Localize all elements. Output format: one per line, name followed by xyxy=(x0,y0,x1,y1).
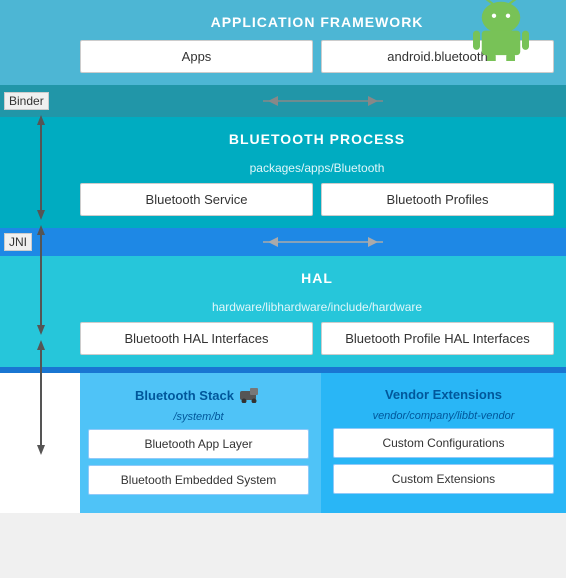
jni-divider: JNI xyxy=(0,228,566,256)
vendor-extensions-sublabel: vendor/company/libbt-vendor xyxy=(333,408,554,428)
connector-arrows xyxy=(0,60,82,540)
custom-extensions-box: Custom Extensions xyxy=(333,464,554,494)
bluetooth-process-section: BLUETOOTH PROCESS packages/apps/Bluetoot… xyxy=(0,117,566,228)
custom-configurations-box: Custom Configurations xyxy=(333,428,554,458)
vendor-extensions-title: Vendor Extensions xyxy=(333,381,554,408)
bluetooth-process-sublabel: packages/apps/Bluetooth xyxy=(80,157,554,183)
bluetooth-stack-col: Bluetooth Stack /system/bt Bluetooth App… xyxy=(80,373,321,513)
vendor-extensions-col: Vendor Extensions vendor/company/libbt-v… xyxy=(321,373,566,513)
binder-divider: Binder xyxy=(0,85,566,117)
bluetooth-process-title: BLUETOOTH PROCESS xyxy=(80,125,554,157)
bluetooth-profiles-box: Bluetooth Profiles xyxy=(321,183,554,216)
bluetooth-process-bg: BLUETOOTH PROCESS packages/apps/Bluetoot… xyxy=(0,117,566,228)
bluetooth-embedded-box: Bluetooth Embedded System xyxy=(88,465,309,495)
jni-arrows xyxy=(263,233,383,251)
bluetooth-stack-icon xyxy=(240,387,262,403)
jni-label: JNI xyxy=(4,233,32,251)
bluetooth-profile-hal-box: Bluetooth Profile HAL Interfaces xyxy=(321,322,554,355)
binder-label: Binder xyxy=(4,92,49,110)
hal-section: HAL hardware/libhardware/include/hardwar… xyxy=(0,256,566,367)
apps-box: Apps xyxy=(80,40,313,73)
bluetooth-service-box: Bluetooth Service xyxy=(80,183,313,216)
bluetooth-hal-interfaces-box: Bluetooth HAL Interfaces xyxy=(80,322,313,355)
hal-bg: HAL hardware/libhardware/include/hardwar… xyxy=(0,256,566,367)
hal-sublabel: hardware/libhardware/include/hardware xyxy=(80,296,554,322)
binder-arrows xyxy=(263,91,383,111)
hal-boxes: Bluetooth HAL Interfaces Bluetooth Profi… xyxy=(80,322,554,355)
diagram-container: APPLICATION FRAMEWORK Apps android.bluet… xyxy=(0,0,566,513)
bluetooth-stack-title: Bluetooth Stack xyxy=(88,381,309,409)
bluetooth-app-layer-box: Bluetooth App Layer xyxy=(88,429,309,459)
bluetooth-process-boxes: Bluetooth Service Bluetooth Profiles xyxy=(80,183,554,216)
android-logo xyxy=(466,0,536,60)
bottom-section: Bluetooth Stack /system/bt Bluetooth App… xyxy=(0,373,566,513)
hal-title: HAL xyxy=(80,264,554,296)
bluetooth-stack-sublabel: /system/bt xyxy=(88,409,309,429)
